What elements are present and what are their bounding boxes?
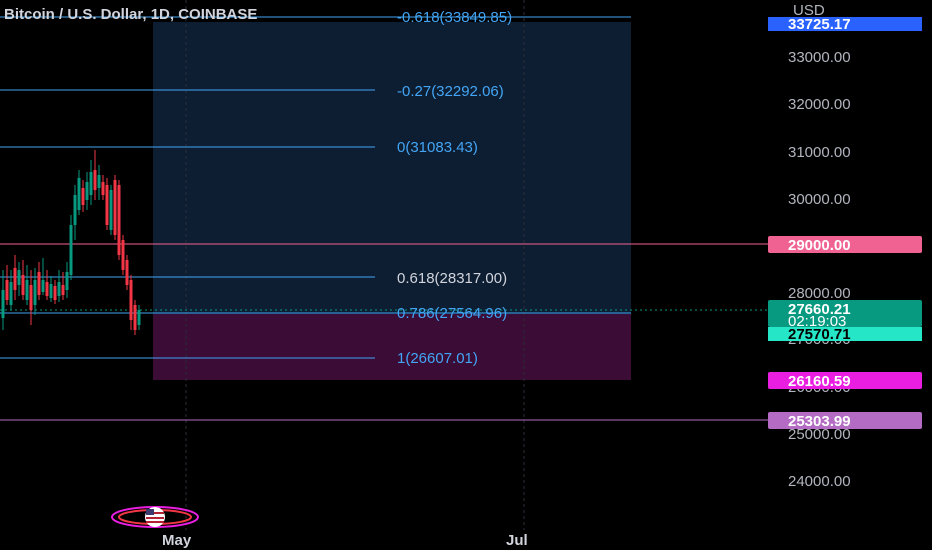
price-tick: 32000.00	[788, 96, 851, 113]
candle-body	[81, 188, 85, 205]
candle-body	[113, 180, 117, 235]
time-tick-may: May	[162, 532, 192, 549]
candle-body	[33, 280, 37, 305]
candle-body	[69, 225, 73, 275]
candle-body	[65, 272, 69, 290]
candle-body	[133, 305, 137, 330]
resistance-tag[interactable]: 29000.00	[768, 236, 922, 254]
price-tick: 31000.00	[788, 144, 851, 161]
candle-body	[1, 290, 5, 318]
stop-zone[interactable]	[153, 314, 631, 380]
top-price-tag-text: 33725.17	[788, 16, 851, 33]
time-tick-jul: Jul	[506, 532, 528, 549]
time-axis[interactable]: May Jul	[162, 532, 528, 549]
stop-price-tag-text: 26160.59	[788, 373, 851, 390]
candle-body	[129, 280, 133, 320]
price-tick: 28000.00	[788, 285, 851, 302]
candle-body	[85, 182, 89, 200]
candle-body	[9, 282, 13, 305]
fib-label-minus-0618: -0.618(33849.85)	[397, 9, 512, 26]
fib-label-0786: 0.786(27564.96)	[397, 305, 507, 322]
candle-body	[37, 272, 41, 295]
price-tick: 24000.00	[788, 473, 851, 490]
fib-label-1: 1(26607.01)	[397, 350, 478, 367]
candle-body	[41, 280, 45, 292]
support-tag[interactable]: 25303.99	[768, 412, 922, 430]
candle-body	[5, 280, 9, 300]
candle-body	[97, 175, 101, 188]
resistance-tag-text: 29000.00	[788, 237, 851, 254]
stop-price-tag[interactable]: 26160.59	[768, 372, 922, 390]
candle-body	[29, 285, 33, 310]
candle-body	[121, 240, 125, 270]
candle-body	[101, 182, 105, 195]
top-price-tag[interactable]: 33725.17	[768, 16, 922, 33]
candle-body	[89, 172, 93, 195]
price-chart[interactable]: -0.618(33849.85) -0.27(32292.06) 0(31083…	[0, 0, 932, 550]
candle-body	[77, 178, 81, 210]
candle-body	[73, 195, 77, 225]
candle-body	[57, 282, 61, 296]
candle-body	[17, 270, 21, 285]
fib-label-0618: 0.618(28317.00)	[397, 270, 507, 287]
support-tag-text: 25303.99	[788, 413, 851, 430]
price-tick: 33000.00	[788, 49, 851, 66]
candle-body	[53, 286, 57, 300]
candle-body	[117, 185, 121, 255]
us-flag-icon[interactable]	[111, 506, 199, 528]
candle-body	[25, 280, 29, 300]
fib-label-minus-027: -0.27(32292.06)	[397, 83, 504, 100]
candle-body	[109, 190, 113, 230]
candle-body	[13, 268, 17, 290]
candle-body	[93, 170, 97, 190]
bid-price-tag-text: 27570.71	[788, 326, 851, 343]
target-zone[interactable]	[153, 22, 631, 314]
candle-body	[21, 275, 25, 295]
candle-body	[137, 310, 141, 325]
candle-body	[45, 282, 49, 296]
fib-label-0: 0(31083.43)	[397, 139, 478, 156]
candle-body	[125, 260, 129, 285]
price-tick: 30000.00	[788, 191, 851, 208]
candle-body	[105, 185, 109, 225]
candle-body	[49, 284, 53, 298]
candlestick-series[interactable]	[1, 150, 141, 335]
symbol-title: Bitcoin / U.S. Dollar, 1D, COINBASE	[4, 6, 257, 23]
candle-body	[61, 285, 65, 295]
bid-price-tag[interactable]: 27570.71	[768, 326, 922, 343]
